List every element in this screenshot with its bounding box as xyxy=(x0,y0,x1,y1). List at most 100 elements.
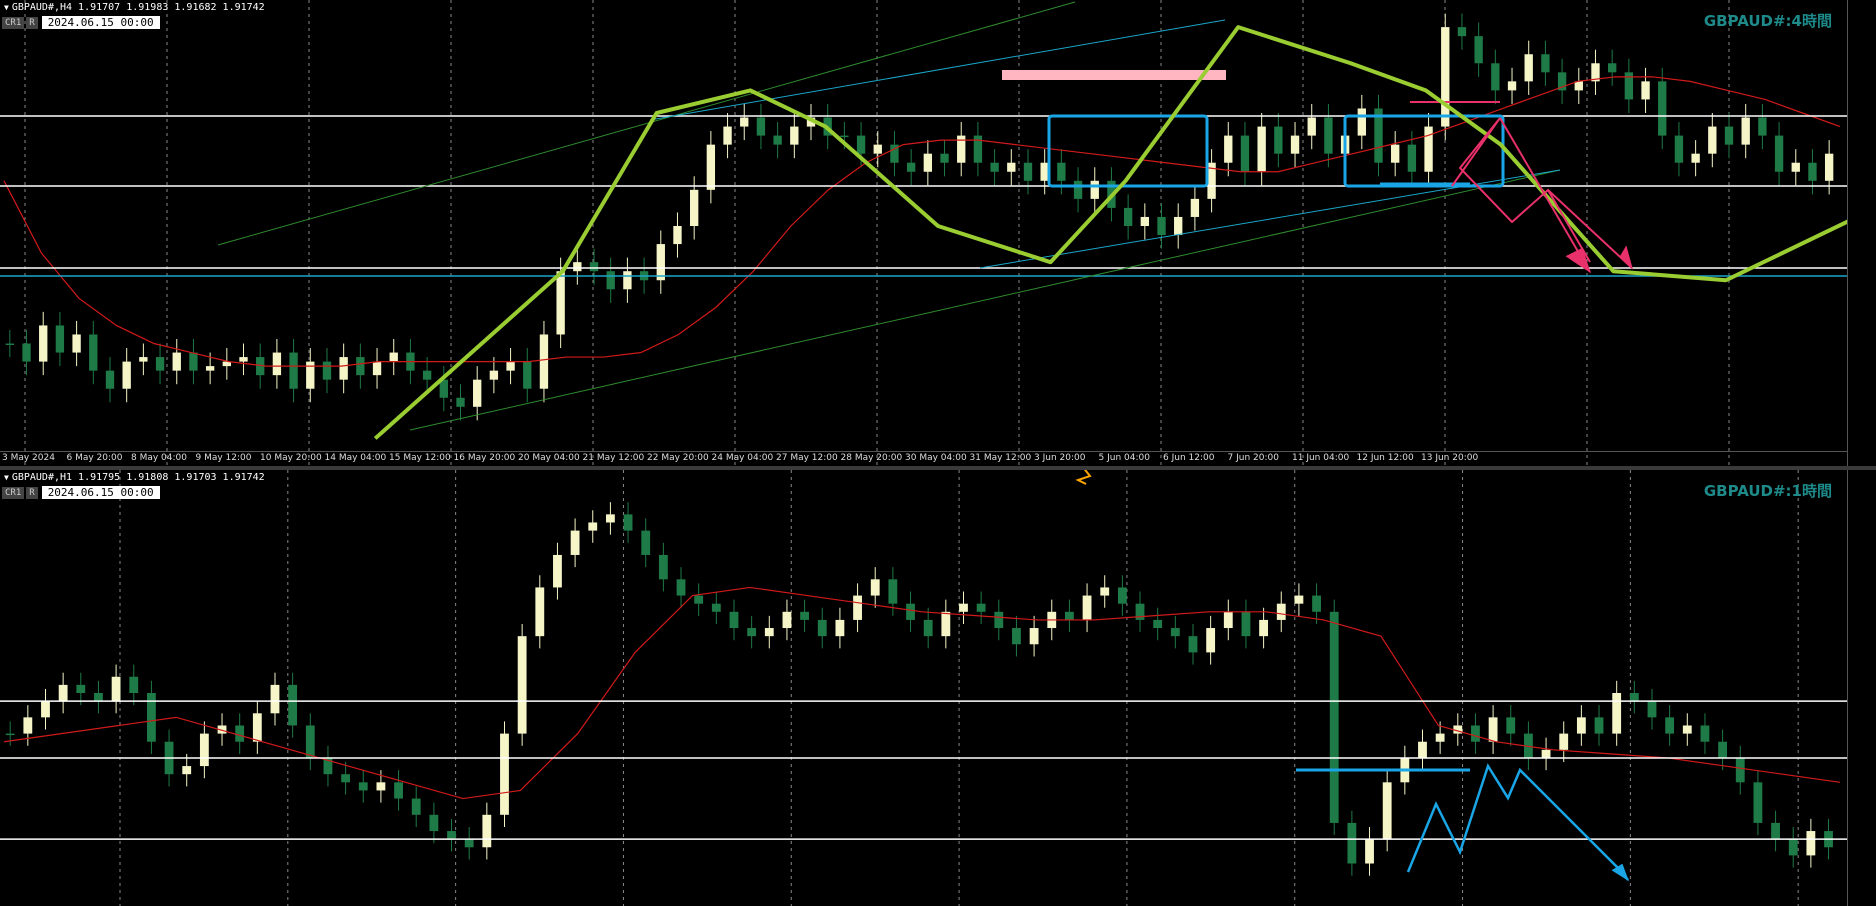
candle-body xyxy=(358,782,368,791)
candle-body xyxy=(155,357,165,371)
candle-body xyxy=(1735,757,1745,783)
candle-body xyxy=(605,514,615,523)
candle-body xyxy=(1170,628,1180,637)
forecast-path-magenta xyxy=(1499,117,1591,273)
h1-date-box: 2024.06.15 00:00 xyxy=(41,486,160,499)
candle-body xyxy=(623,514,633,531)
candle-body xyxy=(853,595,862,620)
candle-body xyxy=(1758,117,1767,136)
candle-body xyxy=(1007,162,1016,172)
candle-body xyxy=(1808,162,1817,181)
candle-body xyxy=(1224,135,1233,163)
candle-body xyxy=(1708,126,1717,154)
candle-body xyxy=(1507,81,1517,91)
candle-body xyxy=(1064,611,1074,620)
h4-time-axis[interactable]: 3 May 2024 6 May 20:00 8 May 04:00 9 May 12… xyxy=(0,451,1848,466)
collapse-triangle-icon[interactable]: ▼ xyxy=(4,473,9,482)
candle-body xyxy=(1691,153,1700,163)
candle-body xyxy=(573,262,582,272)
candle-body xyxy=(723,126,732,145)
arrowhead-magenta xyxy=(1619,245,1633,270)
h4-chart-panel[interactable]: ▼ GBPAUD#,H4 1.91707 1.91983 1.91682 1.91… xyxy=(0,0,1876,466)
candle-body xyxy=(122,361,131,389)
trendline-green xyxy=(409,169,1561,431)
candle-body xyxy=(199,733,209,767)
h1-ohlc-text: GBPAUD#,H1 1.91795 1.91808 1.91703 1.917… xyxy=(11,472,265,483)
candle-body xyxy=(41,701,50,718)
candle-body xyxy=(1276,603,1286,620)
candle-body xyxy=(94,693,103,702)
candle-body xyxy=(39,325,48,362)
candle-body xyxy=(641,530,651,555)
collapse-triangle-icon[interactable]: ▼ xyxy=(4,3,9,12)
h1-price-scale[interactable] xyxy=(1847,470,1876,906)
resistance-zone-pink xyxy=(1002,70,1226,80)
candle-body xyxy=(1682,725,1692,734)
candle-body xyxy=(1100,587,1110,596)
candle-body xyxy=(1574,81,1583,91)
time-label: 12 Jun 12:00 xyxy=(1356,453,1414,463)
candle-body xyxy=(800,611,810,620)
h1-chart-canvas[interactable] xyxy=(0,470,1876,906)
candle-body xyxy=(1123,207,1133,226)
trendline-green xyxy=(217,1,1076,246)
candle-body xyxy=(1174,216,1183,236)
candle-body xyxy=(923,153,933,172)
candle-body xyxy=(1307,117,1316,136)
h1-badges: CR1 R 2024.06.15 00:00 xyxy=(2,486,160,499)
candle-body xyxy=(235,725,245,742)
time-label: 20 May 04:00 xyxy=(518,453,580,463)
candle-body xyxy=(1157,216,1166,236)
candle-body xyxy=(976,603,986,612)
candle-body xyxy=(270,684,280,714)
candle-body xyxy=(1257,126,1266,172)
candle-body xyxy=(1153,619,1163,629)
h4-badge-r[interactable]: R xyxy=(26,16,38,29)
candle-body xyxy=(1629,693,1639,702)
candle-body xyxy=(422,370,432,380)
candle-body xyxy=(1223,611,1233,629)
candle-body xyxy=(172,352,181,371)
candle-body xyxy=(1718,741,1728,758)
time-label: 24 May 04:00 xyxy=(711,453,774,463)
candle-body xyxy=(656,244,665,281)
candle-body xyxy=(322,361,332,380)
candle-body xyxy=(182,766,192,775)
time-label: 11 Jun 04:00 xyxy=(1292,453,1350,463)
h1-badge-r[interactable]: R xyxy=(26,486,38,499)
time-label: 6 Jun 12:00 xyxy=(1163,453,1215,463)
time-label: 15 May 12:00 xyxy=(389,453,451,463)
candle-body xyxy=(606,271,615,290)
h4-price-scale[interactable] xyxy=(1847,0,1876,466)
candle-body xyxy=(1357,108,1366,136)
candle-body xyxy=(835,619,845,637)
candle-body xyxy=(1029,628,1039,645)
candle-body xyxy=(356,357,365,376)
candle-body xyxy=(1382,782,1392,840)
h4-badge-cr1[interactable]: CR1 xyxy=(2,16,25,29)
candle-body xyxy=(1771,822,1780,840)
candle-body xyxy=(1506,717,1516,734)
candle-body xyxy=(1240,135,1250,172)
h1-watermark: GBPAUD#:1時間 xyxy=(1703,482,1832,500)
candle-body xyxy=(706,144,716,190)
candle-body xyxy=(1424,126,1433,172)
candle-body xyxy=(1524,54,1533,82)
h4-chart-canvas[interactable] xyxy=(0,0,1876,466)
time-label: 28 May 20:00 xyxy=(840,453,903,463)
candle-body xyxy=(711,603,721,612)
candle-body xyxy=(252,713,262,742)
candle-body xyxy=(1347,822,1357,864)
candle-body xyxy=(129,676,139,693)
candle-body xyxy=(1117,587,1127,604)
candle-body xyxy=(1559,733,1569,750)
candle-body xyxy=(959,603,968,612)
candle-body xyxy=(764,628,774,637)
candle-body xyxy=(341,774,351,783)
candle-body xyxy=(1090,180,1099,199)
candle-body xyxy=(372,361,382,376)
candle-body xyxy=(1290,135,1300,154)
h1-chart-panel[interactable]: ▼ GBPAUD#,H1 1.91795 1.91808 1.91703 1.91… xyxy=(0,470,1876,906)
h1-badge-cr1[interactable]: CR1 xyxy=(2,486,25,499)
candle-body xyxy=(535,587,545,637)
